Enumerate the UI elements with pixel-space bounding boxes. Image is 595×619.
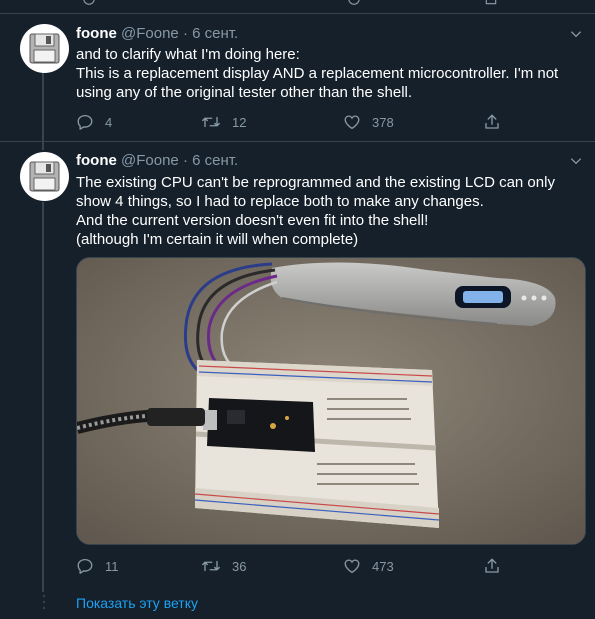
tweet-header: foone @Foone · 6 сент. [76, 25, 238, 42]
show-thread-link[interactable]: Показать эту ветку [76, 595, 198, 611]
share-button[interactable] [483, 111, 501, 133]
author-handle[interactable]: @Foone [121, 25, 179, 42]
thread-dots [42, 594, 46, 610]
share-icon [485, 558, 499, 573]
tweet-line: This is a replacement display AND a repl… [76, 65, 559, 82]
thread-line [42, 202, 44, 592]
previous-tweet-actions [0, 0, 595, 14]
chevron-down-icon[interactable] [569, 154, 583, 168]
tweet-1[interactable]: foone @Foone · 6 сент. and to clarify wh… [0, 14, 595, 150]
tweet-actions: 4 12 378 [76, 111, 516, 133]
tweet-photo[interactable] [76, 257, 586, 545]
tweet-date[interactable]: 6 сент. [192, 25, 238, 42]
retweet-count: 12 [232, 114, 247, 130]
reply-icon [77, 114, 93, 130]
like-count: 473 [372, 558, 394, 574]
separator-dot: · [182, 152, 188, 169]
tweet-header: foone @Foone · 6 сент. [76, 152, 238, 169]
reply-button[interactable]: 11 [76, 555, 119, 577]
floppy-disk-icon [29, 161, 60, 192]
tweet-date[interactable]: 6 сент. [192, 152, 238, 169]
avatar[interactable] [20, 152, 69, 201]
retweet-button[interactable]: 36 [201, 555, 246, 577]
like-icon [344, 115, 360, 130]
share-icon[interactable] [484, 0, 498, 6]
reply-count: 11 [105, 558, 119, 574]
tweet-text: The existing CPU can't be reprogrammed a… [76, 173, 581, 249]
like-icon [344, 559, 360, 574]
floppy-disk-icon [29, 33, 60, 64]
breadboard-photo [77, 258, 585, 544]
tweet-line: show 4 things, so I had to replace both … [76, 193, 484, 210]
reply-button[interactable]: 4 [76, 111, 112, 133]
tweet-line: using any of the original tester other t… [76, 84, 413, 101]
retweet-button[interactable]: 12 [201, 111, 246, 133]
like-button[interactable]: 378 [343, 111, 394, 133]
author-name[interactable]: foone [76, 152, 117, 169]
tweet-line: And the current version doesn't even fit… [76, 212, 429, 229]
tweet-text: and to clarify what I'm doing here: This… [76, 45, 581, 102]
like-button[interactable]: 473 [343, 555, 394, 577]
like-icon[interactable] [347, 0, 361, 6]
retweet-icon [202, 560, 220, 572]
share-icon [485, 114, 499, 129]
like-count: 378 [372, 114, 394, 130]
reply-icon[interactable] [82, 0, 96, 6]
tweet-line: and to clarify what I'm doing here: [76, 46, 300, 63]
chevron-down-icon[interactable] [569, 27, 583, 41]
author-handle[interactable]: @Foone [121, 152, 179, 169]
tweet-line: The existing CPU can't be reprogrammed a… [76, 174, 555, 191]
retweet-icon [202, 116, 220, 128]
avatar[interactable] [20, 24, 69, 73]
tweet-line: (although I'm certain it will when compl… [76, 231, 359, 248]
share-button[interactable] [483, 555, 501, 577]
reply-count: 4 [105, 114, 113, 130]
retweet-count: 36 [232, 558, 247, 574]
tweet-actions: 11 36 473 [76, 555, 516, 577]
author-name[interactable]: foone [76, 25, 117, 42]
separator-dot: · [182, 25, 188, 42]
thread-line [42, 66, 44, 150]
reply-icon [77, 558, 93, 574]
